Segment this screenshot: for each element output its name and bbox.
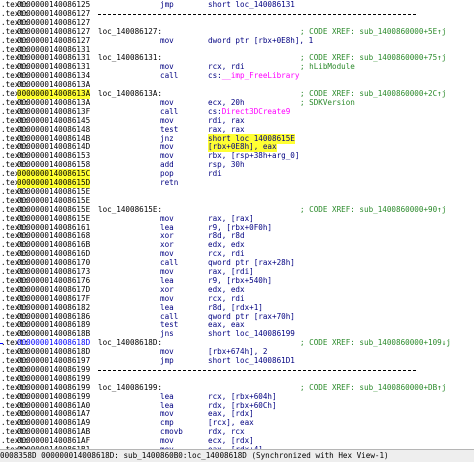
function-separator [98,13,416,15]
operand-text[interactable]: r8d, [rdx+1] [208,303,263,312]
operand-text[interactable]: rcx, [rbx+604h] [208,392,277,401]
operand-text[interactable]: qword ptr [rax+70h] [208,312,295,321]
operand-text[interactable]: rcx, rdi [208,249,245,258]
operand-text[interactable]: rax, [rdi] [208,267,254,276]
operand-text[interactable]: cs: [208,107,222,116]
operand-text[interactable]: r9, [rbx+0F0h] [208,223,272,232]
operand-text[interactable]: short loc_140086199 [208,329,295,338]
operand-text[interactable]: rax, rax [208,125,245,134]
operand-text[interactable]: [rbx+674h], 2 [208,347,267,356]
import-symbol[interactable]: Direct3DCreate9 [222,107,291,116]
operand-text[interactable]: ecx, 20h [208,98,245,107]
operand-text[interactable]: rdi, rax [208,116,245,125]
import-symbol[interactable]: __imp_FreeLibrary [222,71,300,80]
operand-text[interactable]: rcx, rdi [208,62,245,71]
operand-text[interactable]: eax, eax [208,320,245,329]
operand-text[interactable]: [rcx], eax [208,418,254,427]
operand-text[interactable]: rax, [rax] [208,214,254,223]
operand-text[interactable]: short loc_1400861D1 [208,356,295,365]
operand-text[interactable]: r9, [rbx+540h] [208,276,272,285]
operand-text[interactable]: r8d, r8d [208,231,245,240]
operand-text[interactable]: rdx, rcx [208,427,245,436]
operand-text[interactable]: qword ptr [rax+28h] [208,258,295,267]
operand-text[interactable]: edx, edx [208,240,245,249]
operand-text[interactable]: short loc_14008615E [208,134,295,143]
operand-text[interactable]: dword ptr [rbx+0E8h], 1 [208,36,313,45]
operand-text[interactable]: rdi [208,169,222,178]
operand-text[interactable]: rsp, 30h [208,160,245,169]
operand-text[interactable]: rbx, [rsp+38h+arg_0] [208,151,299,160]
function-separator [98,369,416,371]
cursor-marker [0,343,3,345]
operand-text[interactable]: short loc_140086131 [208,0,295,9]
operand-text[interactable]: ecx, [rdx] [208,436,254,445]
operand-text[interactable]: eax, [rdx] [208,409,254,418]
status-bar: 0008358D 000000014008618D: sub_1400860B0… [0,449,474,462]
operand-text[interactable]: [rbx+0E8h], eax [208,142,277,151]
operand-text[interactable]: edx, edx [208,285,245,294]
operand-text[interactable]: rdx, [rbx+60Ch] [208,401,277,410]
disassembly-listing[interactable]: .text: 0000000140086125 jmp short loc_14008… [0,0,474,449]
operand-text[interactable]: rcx, rdi [208,294,245,303]
operand-text[interactable]: cs: [208,71,222,80]
